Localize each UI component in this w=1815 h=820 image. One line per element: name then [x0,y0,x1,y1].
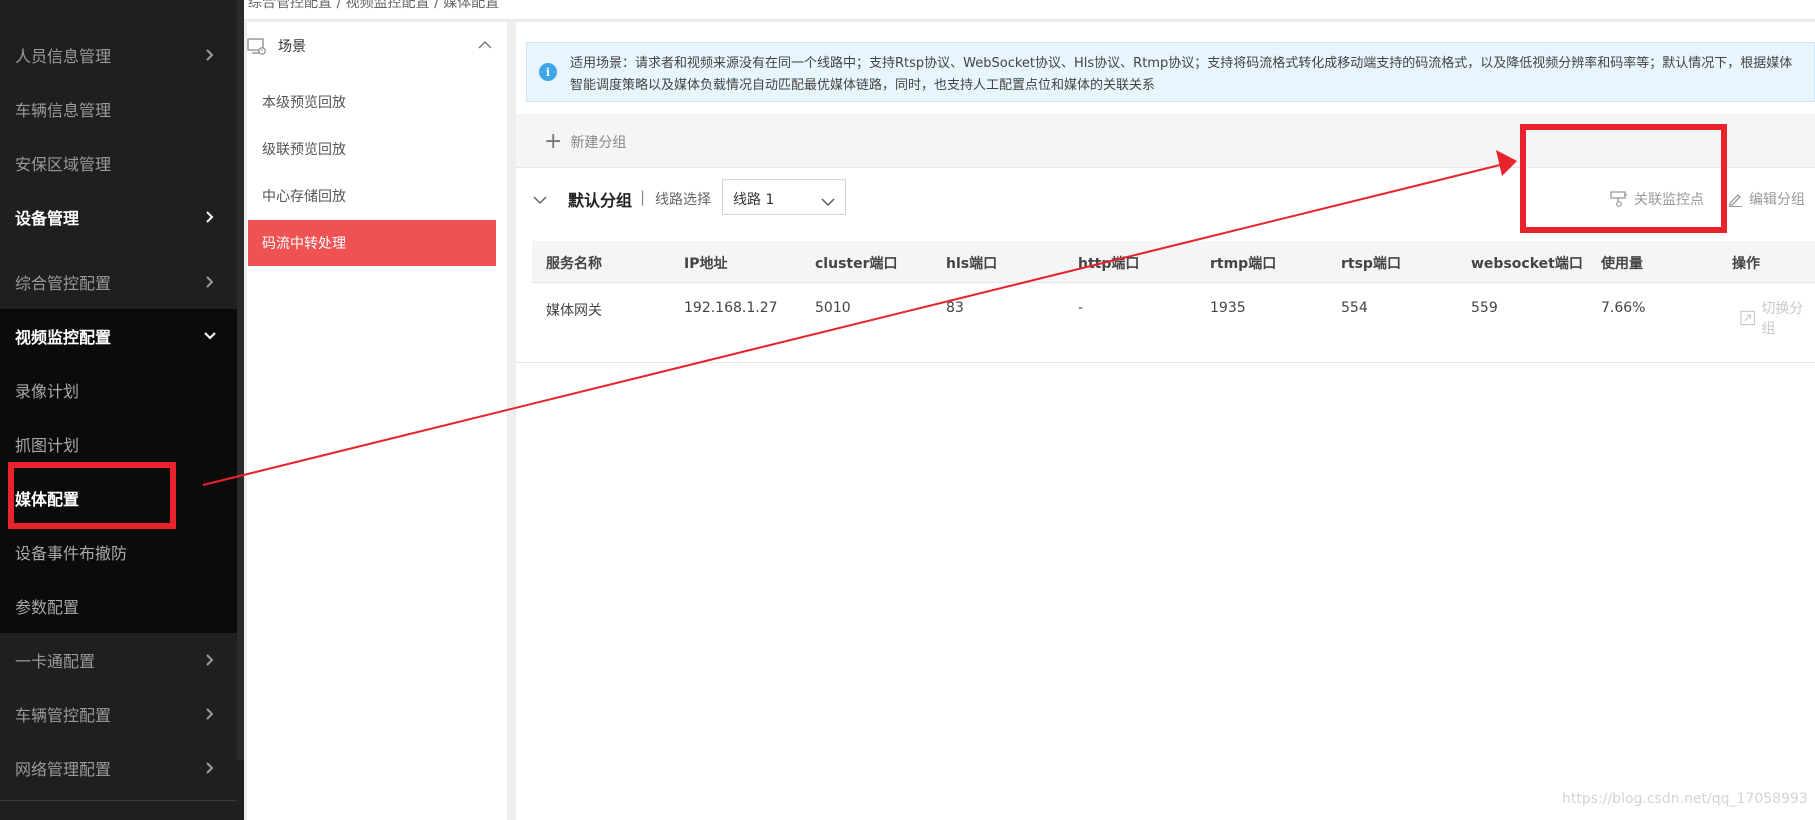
column-header: rtmp端口 [1210,256,1277,272]
breadcrumb-bar: 综合管控配置 / 视频监控配置 / 媒体配置 [244,0,1815,20]
table-cell: 5010 [815,300,851,316]
main-panel: i 适用场景：请求者和视频来源没有在同一个线路中；支持Rtsp协议、WebSoc… [516,22,1815,820]
info-icon: i [539,63,557,81]
scene-header[interactable]: 场景 [247,22,507,70]
column-header: 操作 [1732,256,1760,272]
chevron-down-icon [821,192,835,211]
sidebar-item-label: 视频监控配置 [15,328,112,347]
column-header: http端口 [1078,256,1140,272]
expand-icon [1740,310,1755,326]
table-cell: 7.66% [1601,300,1646,316]
associate-monitor-point-button[interactable]: 关联监控点 [1610,189,1704,209]
group-header: 默认分组 | 线路选择 线路 1 关联监控点 编辑分组 [516,168,1815,228]
scene-item-cascade-preview-playback[interactable]: 级联预览回放 [248,126,496,172]
sidebar-item-personnel-info[interactable]: 人员信息管理 [0,28,237,82]
scene-item-stream-relay[interactable]: 码流中转处理 [248,220,496,266]
table-cell: 媒体网关 [546,303,602,319]
new-group-button[interactable]: + 新建分组 [544,131,626,153]
scene-title: 场景 [278,39,306,55]
sidebar-item-label: 综合管控配置 [15,274,112,293]
sidebar-item-capture-plan[interactable]: 抓图计划 [0,417,237,471]
sidebar-item-label: 设备管理 [15,209,80,228]
scene-panel: 场景 本级预览回放 级联预览回放 中心存储回放 码流中转处理 [247,22,507,820]
sidebar-item-label: 安保区域管理 [15,155,112,174]
chevron-right-icon [203,761,217,775]
sidebar-item-vehicle-info[interactable]: 车辆信息管理 [0,82,237,136]
column-header: hls端口 [946,256,998,272]
chevron-right-icon [203,275,217,289]
route-select-value: 线路 1 [733,192,775,208]
switch-group-button[interactable]: 切换分组 [1740,298,1815,338]
sidebar-item-vehicle-control-config[interactable]: 车辆管控配置 [0,687,237,741]
switch-group-label: 切换分组 [1761,301,1804,337]
toolbar: + 新建分组 [516,114,1815,168]
column-header: 使用量 [1601,256,1643,272]
chevron-up-icon[interactable] [477,38,493,54]
table-cell: 559 [1471,300,1498,316]
column-header: websocket端口 [1471,256,1583,272]
sidebar-item-video-monitor-config[interactable]: 视频监控配置 [0,309,237,363]
notice-line-1: 适用场景：请求者和视频来源没有在同一个线路中；支持Rtsp协议、WebSocke… [570,56,1793,71]
camera-link-icon [1610,191,1627,207]
sidebar-item-network-management-config[interactable]: 网络管理配置 [0,741,237,795]
column-header: 服务名称 [546,256,602,272]
plus-icon: + [544,129,563,154]
table-header: 服务名称 IP地址 cluster端口 hls端口 http端口 rtmp端口 rtsp端口… [532,241,1815,283]
sidebar-item-integrated-control[interactable]: 综合管控配置 [0,255,237,309]
sidebar-item-label: 一卡通配置 [15,652,96,671]
edit-group-button[interactable]: 编辑分组 [1727,189,1805,209]
sidebar-item-label: 抓图计划 [15,436,80,455]
group-separator: | [640,188,646,206]
associate-monitor-point-label: 关联监控点 [1634,192,1704,208]
breadcrumb: 综合管控配置 / 视频监控配置 / 媒体配置 [248,0,500,11]
chevron-down-icon [203,329,217,343]
edit-group-label: 编辑分组 [1749,192,1805,208]
table-cell: 554 [1341,300,1368,316]
column-header: IP地址 [684,256,728,272]
sidebar-item-media-config[interactable]: 媒体配置 [0,471,237,525]
sidebar-item-device-event-arming[interactable]: 设备事件布撤防 [0,525,237,579]
sidebar-item-label: 车辆管控配置 [15,706,112,725]
sidebar-item-security-area[interactable]: 安保区域管理 [0,136,237,190]
sidebar-item-card-config[interactable]: 一卡通配置 [0,633,237,687]
watermark: https://blog.csdn.net/qq_17058993 [1562,791,1808,807]
sidebar-item-label: 设备事件布撤防 [15,544,128,563]
route-label: 线路选择 [655,192,711,208]
table-divider [516,362,1815,363]
table-cell: 192.168.1.27 [684,300,778,316]
sidebar: 人员信息管理 车辆信息管理 安保区域管理 设备管理综合管控配置 视频监控配置 录像计划抓图… [0,0,244,820]
sidebar-item-device-management[interactable]: 设备管理 [0,190,237,244]
chevron-right-icon [203,210,217,224]
column-header: cluster端口 [815,256,898,272]
pencil-icon [1729,194,1742,207]
sidebar-item-label: 车辆信息管理 [15,101,112,120]
sidebar-item-label: 参数配置 [15,598,80,617]
chevron-right-icon [203,653,217,667]
scene-item-local-preview-playback[interactable]: 本级预览回放 [248,79,496,125]
sidebar-item-recording-plan[interactable]: 录像计划 [0,363,237,417]
scene-monitor-icon [247,38,267,56]
chevron-right-icon [203,707,217,721]
sidebar-item-label: 网络管理配置 [15,760,112,779]
column-header: rtsp端口 [1341,256,1401,272]
sidebar-item-label: 人员信息管理 [15,47,112,66]
sidebar-item-label: 录像计划 [15,382,80,401]
group-name: 默认分组 [568,191,633,210]
table-cell: - [1078,300,1084,316]
sidebar-item-parameter-config[interactable]: 参数配置 [0,579,237,633]
chevron-down-icon[interactable] [532,190,548,209]
info-notice: i 适用场景：请求者和视频来源没有在同一个线路中；支持Rtsp协议、WebSoc… [526,42,1815,102]
route-select[interactable]: 线路 1 [722,179,846,215]
chevron-right-icon [203,48,217,62]
new-group-label: 新建分组 [570,135,627,151]
table-cell: 83 [946,300,964,316]
notice-line-2: 智能调度策略以及媒体负载情况自动匹配最优媒体链路，同时，也支持人工配置点位和媒体… [570,78,1156,93]
sidebar-item-label: 媒体配置 [15,490,80,509]
table-row: 媒体网关 192.168.1.27 5010 83 - 1935 554 559 7.66% 切换… [532,283,1815,338]
sidebar-divider [0,800,237,801]
table-cell: 1935 [1210,300,1246,316]
sidebar-scrollbar[interactable] [237,0,244,760]
scene-item-center-storage-playback[interactable]: 中心存储回放 [248,173,496,219]
